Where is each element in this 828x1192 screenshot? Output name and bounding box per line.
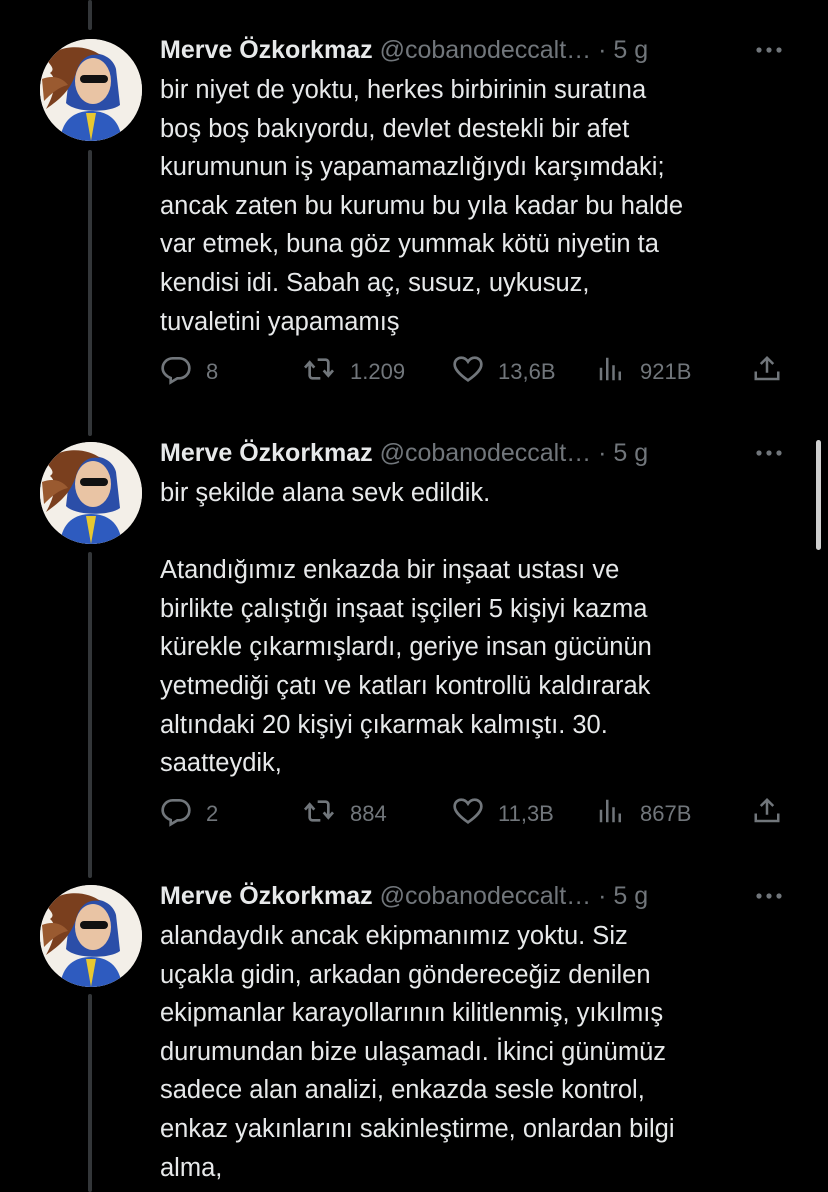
like-icon [452, 353, 498, 391]
like-count: 13,6B [498, 359, 556, 384]
views-count: 921B [640, 359, 692, 384]
author-handle[interactable]: @cobanodeccalt… [380, 36, 592, 64]
timestamp[interactable]: 5 g [613, 439, 648, 467]
avatar[interactable] [40, 885, 142, 987]
share-icon [752, 796, 796, 832]
reply-count: 2 [206, 801, 219, 826]
share-button[interactable] [752, 794, 796, 834]
scrollbar[interactable] [816, 440, 821, 550]
like-button[interactable]: 13,6B [452, 352, 556, 392]
more-icon[interactable] [752, 879, 786, 913]
retweet-button[interactable]: 1.209 [302, 352, 405, 392]
action-bar: 8 1.209 13,6B 921B [160, 352, 800, 392]
tweet-header: Merve Özkorkmaz @cobanodeccalt… · 5 g [160, 33, 648, 67]
reply-button[interactable]: 2 [160, 794, 218, 834]
views-count: 867B [640, 801, 692, 826]
timestamp[interactable]: 5 g [613, 882, 648, 910]
thread-line [88, 0, 92, 30]
tweet[interactable]: Merve Özkorkmaz @cobanodeccalt… · 5 g bi… [0, 436, 828, 856]
author-handle[interactable]: @cobanodeccalt… [380, 882, 592, 910]
author-handle[interactable]: @cobanodeccalt… [380, 439, 592, 467]
timestamp[interactable]: 5 g [613, 36, 648, 64]
action-bar: 2 884 11,3B 867B [160, 794, 800, 834]
separator-dot: · [598, 36, 607, 64]
retweet-icon [302, 795, 350, 833]
tweet[interactable]: Merve Özkorkmaz @cobanodeccalt… · 5 g bi… [0, 33, 828, 428]
tweet-header: Merve Özkorkmaz @cobanodeccalt… · 5 g [160, 436, 648, 470]
tweet-text: bir niyet de yoktu, herkes birbirinin su… [160, 76, 684, 336]
tweet-text: alandaydık ancak ekipmanımız yoktu. Siz … [160, 922, 675, 1182]
retweet-count: 1.209 [350, 359, 406, 384]
retweet-button[interactable]: 884 [302, 794, 387, 834]
avatar[interactable] [40, 39, 142, 141]
author-name[interactable]: Merve Özkorkmaz [160, 439, 373, 467]
author-name[interactable]: Merve Özkorkmaz [160, 882, 373, 910]
retweet-count: 884 [350, 801, 387, 826]
avatar[interactable] [40, 442, 142, 544]
like-count: 11,3B [498, 801, 554, 826]
more-icon[interactable] [752, 436, 786, 470]
views-icon [596, 354, 640, 390]
author-name[interactable]: Merve Özkorkmaz [160, 36, 373, 64]
reply-count: 8 [206, 359, 219, 384]
like-icon [452, 795, 498, 833]
separator-dot: · [598, 439, 607, 467]
tweet-header: Merve Özkorkmaz @cobanodeccalt… · 5 g [160, 879, 648, 913]
tweet[interactable]: Merve Özkorkmaz @cobanodeccalt… · 5 g al… [0, 879, 828, 1192]
views-icon [596, 796, 640, 832]
tweet-text: bir şekilde alana sevk edildik. Atandığı… [160, 479, 652, 778]
like-button[interactable]: 11,3B [452, 794, 554, 834]
retweet-icon [302, 353, 350, 391]
views-button[interactable]: 867B [596, 794, 691, 834]
reply-icon [160, 795, 206, 833]
reply-icon [160, 353, 206, 391]
share-icon [752, 354, 796, 390]
reply-button[interactable]: 8 [160, 352, 218, 392]
share-button[interactable] [752, 352, 796, 392]
separator-dot: · [598, 882, 607, 910]
more-icon[interactable] [752, 33, 786, 67]
views-button[interactable]: 921B [596, 352, 691, 392]
